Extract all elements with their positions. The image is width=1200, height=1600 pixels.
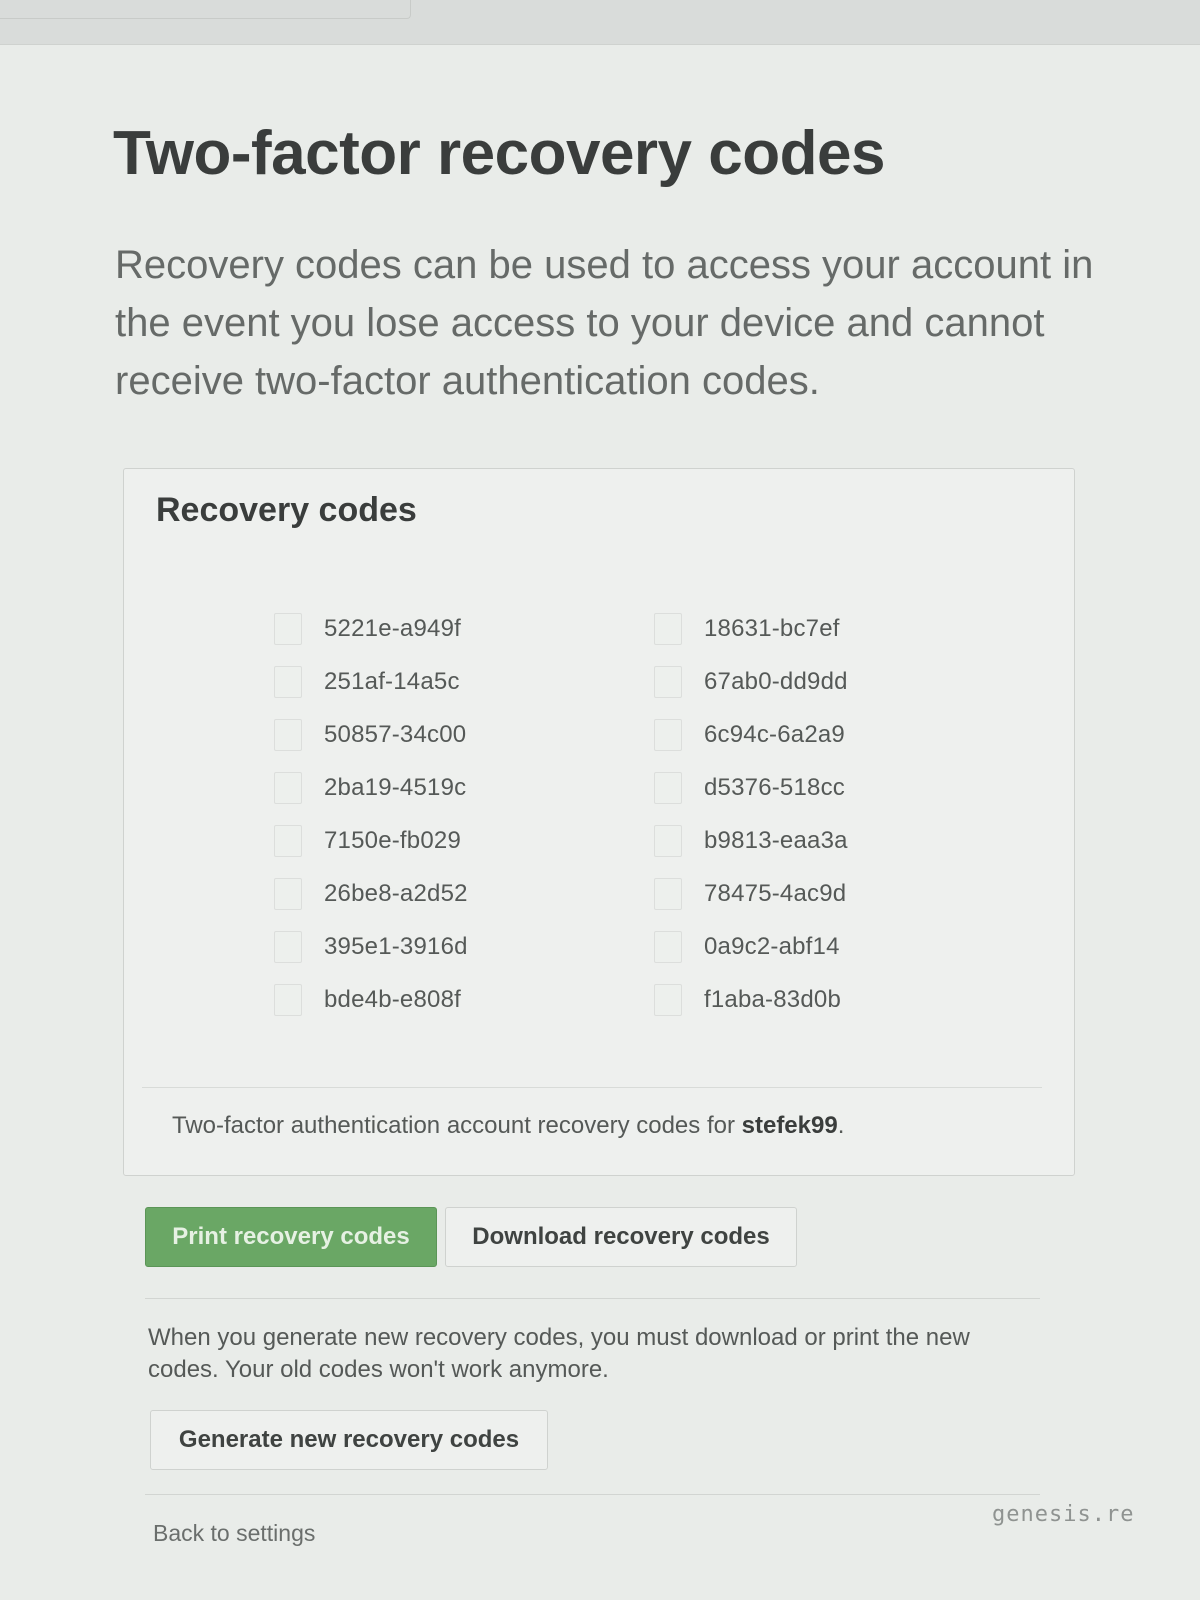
recovery-code: f1aba-83d0b bbox=[704, 986, 841, 1013]
code-item: 0a9c2-abf14 bbox=[654, 927, 840, 967]
checkbox-icon bbox=[274, 878, 302, 910]
code-row: 5221e-a949f 18631-bc7ef bbox=[274, 609, 1034, 662]
code-item: 395e1-3916d bbox=[274, 927, 468, 967]
checkbox-icon bbox=[274, 772, 302, 804]
recovery-code: 7150e-fb029 bbox=[324, 827, 461, 854]
recovery-code: 251af-14a5c bbox=[324, 668, 460, 695]
recovery-codes-list: 5221e-a949f 18631-bc7ef 251af-14a5c 67ab… bbox=[274, 609, 1034, 1033]
code-row: 26be8-a2d52 78475-4ac9d bbox=[274, 874, 1034, 927]
section-divider bbox=[145, 1298, 1040, 1299]
checkbox-icon bbox=[654, 613, 682, 645]
recovery-code: 78475-4ac9d bbox=[704, 880, 847, 907]
checkbox-icon bbox=[274, 984, 302, 1016]
code-item: f1aba-83d0b bbox=[654, 980, 841, 1020]
code-item: 67ab0-dd9dd bbox=[654, 662, 848, 702]
page-title: Two-factor recovery codes bbox=[113, 119, 885, 188]
checkbox-icon bbox=[654, 825, 682, 857]
browser-top-bar bbox=[0, 0, 1200, 45]
code-row: 251af-14a5c 67ab0-dd9dd bbox=[274, 662, 1034, 715]
recovery-code: 6c94c-6a2a9 bbox=[704, 721, 845, 748]
code-item: d5376-518cc bbox=[654, 768, 845, 808]
recovery-code: bde4b-e808f bbox=[324, 986, 461, 1013]
recovery-codes-panel: Recovery codes 5221e-a949f 18631-bc7ef 2… bbox=[123, 468, 1075, 1176]
header-tab-edge bbox=[0, 0, 411, 19]
recovery-code: 5221e-a949f bbox=[324, 615, 461, 642]
code-item: bde4b-e808f bbox=[274, 980, 461, 1020]
checkbox-icon bbox=[654, 931, 682, 963]
section-divider bbox=[145, 1494, 1040, 1495]
code-item: 251af-14a5c bbox=[274, 662, 460, 702]
username: stefek99 bbox=[741, 1112, 838, 1139]
recovery-code: 2ba19-4519c bbox=[324, 774, 467, 801]
code-item: 78475-4ac9d bbox=[654, 874, 846, 914]
code-item: 50857-34c00 bbox=[274, 715, 466, 755]
generate-new-recovery-codes-button[interactable]: Generate new recovery codes bbox=[150, 1410, 548, 1470]
code-row: 395e1-3916d 0a9c2-abf14 bbox=[274, 927, 1034, 980]
code-item: 2ba19-4519c bbox=[274, 768, 466, 808]
code-item: 6c94c-6a2a9 bbox=[654, 715, 845, 755]
recovery-code: 395e1-3916d bbox=[324, 933, 468, 960]
checkbox-icon bbox=[274, 666, 302, 698]
recovery-codes-panel-footer: Two-factor authentication account recove… bbox=[142, 1087, 1042, 1174]
recovery-code: d5376-518cc bbox=[704, 774, 845, 801]
download-recovery-codes-button[interactable]: Download recovery codes bbox=[445, 1207, 797, 1267]
owner-note-prefix: Two-factor authentication account recove… bbox=[172, 1112, 742, 1139]
recovery-code: b9813-eaa3a bbox=[704, 827, 848, 854]
checkbox-icon bbox=[654, 878, 682, 910]
code-row: 50857-34c00 6c94c-6a2a9 bbox=[274, 715, 1034, 768]
owner-note-suffix: . bbox=[837, 1112, 845, 1139]
recovery-code: 50857-34c00 bbox=[324, 721, 467, 748]
checkbox-icon bbox=[274, 613, 302, 645]
checkbox-icon bbox=[654, 666, 682, 698]
recovery-code: 18631-bc7ef bbox=[704, 615, 840, 642]
code-item: 18631-bc7ef bbox=[654, 609, 840, 649]
recovery-code: 26be8-a2d52 bbox=[324, 880, 468, 907]
code-item: 26be8-a2d52 bbox=[274, 874, 468, 914]
back-to-settings-link[interactable]: Back to settings bbox=[153, 1520, 315, 1547]
code-item: 7150e-fb029 bbox=[274, 821, 461, 861]
recovery-code: 0a9c2-abf14 bbox=[704, 933, 840, 960]
checkbox-icon bbox=[654, 772, 682, 804]
checkbox-icon bbox=[274, 931, 302, 963]
regenerate-warning-text: When you generate new recovery codes, yo… bbox=[148, 1324, 970, 1383]
checkbox-icon bbox=[274, 719, 302, 751]
code-row: 2ba19-4519c d5376-518cc bbox=[274, 768, 1034, 821]
recovery-codes-panel-header: Recovery codes bbox=[124, 469, 1074, 569]
code-row: bde4b-e808f f1aba-83d0b bbox=[274, 980, 1034, 1033]
watermark: genesis.re bbox=[992, 1502, 1135, 1527]
code-row: 7150e-fb029 b9813-eaa3a bbox=[274, 821, 1034, 874]
code-item: b9813-eaa3a bbox=[654, 821, 848, 861]
checkbox-icon bbox=[654, 984, 682, 1016]
checkbox-icon bbox=[654, 719, 682, 751]
recovery-codes-owner-note: Two-factor authentication account recove… bbox=[172, 1112, 844, 1140]
recovery-code: 67ab0-dd9dd bbox=[704, 668, 848, 695]
checkbox-icon bbox=[274, 825, 302, 857]
intro-text: Recovery codes can be used to access you… bbox=[115, 243, 1094, 403]
recovery-codes-panel-title: Recovery codes bbox=[156, 491, 417, 529]
print-recovery-codes-button[interactable]: Print recovery codes bbox=[145, 1207, 437, 1267]
code-item: 5221e-a949f bbox=[274, 609, 461, 649]
